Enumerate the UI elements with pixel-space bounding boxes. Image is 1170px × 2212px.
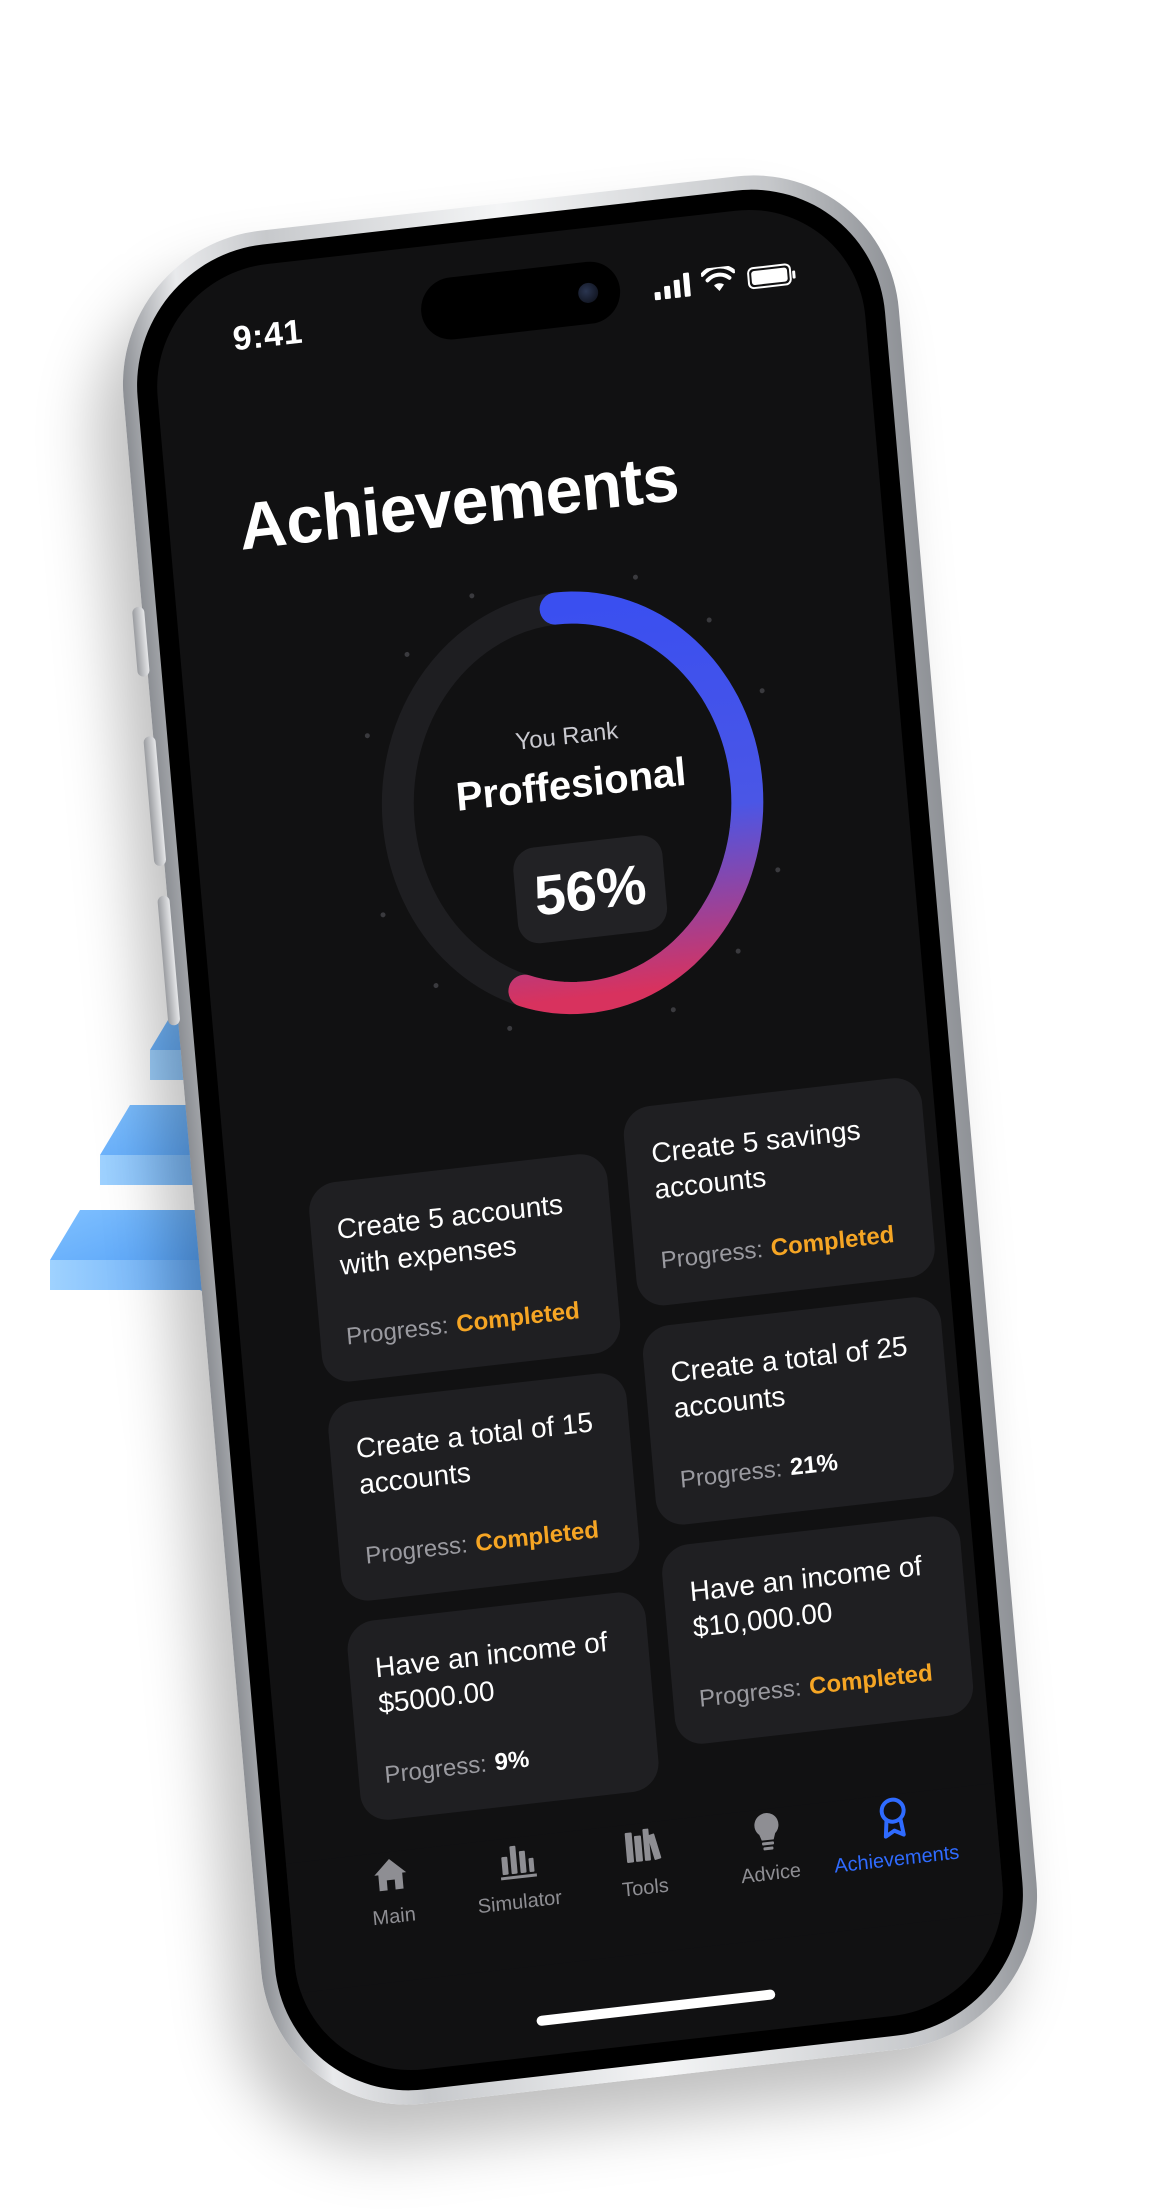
achievement-card[interactable]: Create 5 savings accounts Progress: Compl… [621,1075,938,1309]
achievement-grid: Create 5 accounts with expenses Progress… [303,1075,976,1823]
wifi-icon [700,265,736,292]
progress-value: Completed [769,1221,896,1262]
progress-label: Progress: [698,1674,803,1713]
achievement-card[interactable]: Create a total of 25 accounts Progress: 2… [640,1294,957,1528]
achievement-title: Create a total of 15 accounts [354,1406,595,1500]
achievement-progress: Progress: Completed [660,1221,896,1275]
progress-label: Progress: [383,1750,488,1789]
ring-tick-dot [433,983,439,989]
achievement-progress: Progress: Completed [698,1659,934,1713]
tab-label: Achievements [833,1841,961,1878]
progress-value: 9% [493,1745,531,1777]
achievement-card[interactable]: Have an income of $5000.00 Progress: 9% [345,1589,661,1823]
ring-tick-dot [759,688,765,694]
phone-mockup: 9:41 Achievements You Rank Proffesional … [110,159,1050,2121]
ring-tick-dot [356,824,362,830]
dynamic-island [418,258,623,343]
award-ribbon-icon [879,1797,906,1839]
home-indicator[interactable] [536,1989,776,2027]
tab-simulator[interactable]: Simulator [451,1831,588,1975]
ring-tick-dot [590,1034,596,1040]
achievement-title: Create 5 accounts with expenses [335,1188,565,1281]
tab-label: Tools [621,1874,670,1902]
rank-percent-badge: 56% [511,833,669,946]
tab-label: Simulator [476,1886,563,1919]
ring-tick-dot [507,1025,513,1031]
achievement-title: Create a total of 25 accounts [669,1330,909,1424]
status-time: 9:41 [231,312,305,359]
ring-tick-dot [380,912,386,918]
achievement-progress: Progress: 9% [383,1746,530,1790]
tab-achievements[interactable]: Achievements [828,1788,965,1932]
ring-tick-dot [670,1007,676,1013]
ring-tick-dot [364,733,370,739]
progress-value: Completed [808,1659,934,1701]
tab-label: Advice [740,1859,802,1889]
status-icons [653,259,793,301]
rank-percent: 56% [531,851,649,928]
ring-tick-dot [549,566,555,572]
achievement-card[interactable]: Create 5 accounts with expenses Progress… [306,1151,623,1385]
progress-label: Progress: [678,1455,784,1494]
achievement-title: Have an income of $10,000.00 [688,1549,924,1643]
achievement-card[interactable]: Have an income of $10,000.00 Progress: Co… [659,1513,976,1747]
battery-icon [746,262,793,290]
home-icon [374,1858,407,1892]
ring-tick-dot [404,651,410,657]
rank-progress-ring: You Rank Proffesional 56% [344,550,802,1056]
ring-tick-dot [735,948,741,954]
page-title: Achievements [236,439,682,564]
ring-tick-dot [706,617,712,623]
camera-icon [577,281,600,305]
progress-label: Progress: [659,1236,765,1275]
chart-bars-icon [500,1845,537,1881]
tab-tools[interactable]: Tools [577,1816,714,1960]
progress-label: Progress: [364,1531,469,1570]
achievement-progress: Progress: Completed [345,1297,581,1351]
tab-main[interactable]: Main [326,1845,463,1989]
lightbulb-icon [754,1813,779,1851]
progress-value: 21% [788,1448,839,1482]
tab-advice[interactable]: Advice [703,1802,840,1946]
progress-value: Completed [474,1516,600,1558]
tab-label: Main [371,1903,417,1931]
ring-tick-dot [469,593,475,599]
ring-tick-dot [775,867,781,873]
achievement-title: Have an income of $5000.00 [373,1626,609,1720]
achievement-card[interactable]: Create a total of 15 accounts Progress: C… [326,1370,642,1604]
achievement-progress: Progress: Completed [364,1516,600,1570]
progress-value: Completed [455,1297,581,1339]
ring-tick-dot [632,574,638,580]
books-icon [624,1828,662,1863]
achievement-title: Create 5 savings accounts [650,1114,862,1205]
achievement-progress: Progress: 21% [679,1449,839,1495]
ring-tick-dot [783,775,789,781]
cellular-signal-icon [653,272,691,301]
progress-label: Progress: [345,1312,450,1351]
